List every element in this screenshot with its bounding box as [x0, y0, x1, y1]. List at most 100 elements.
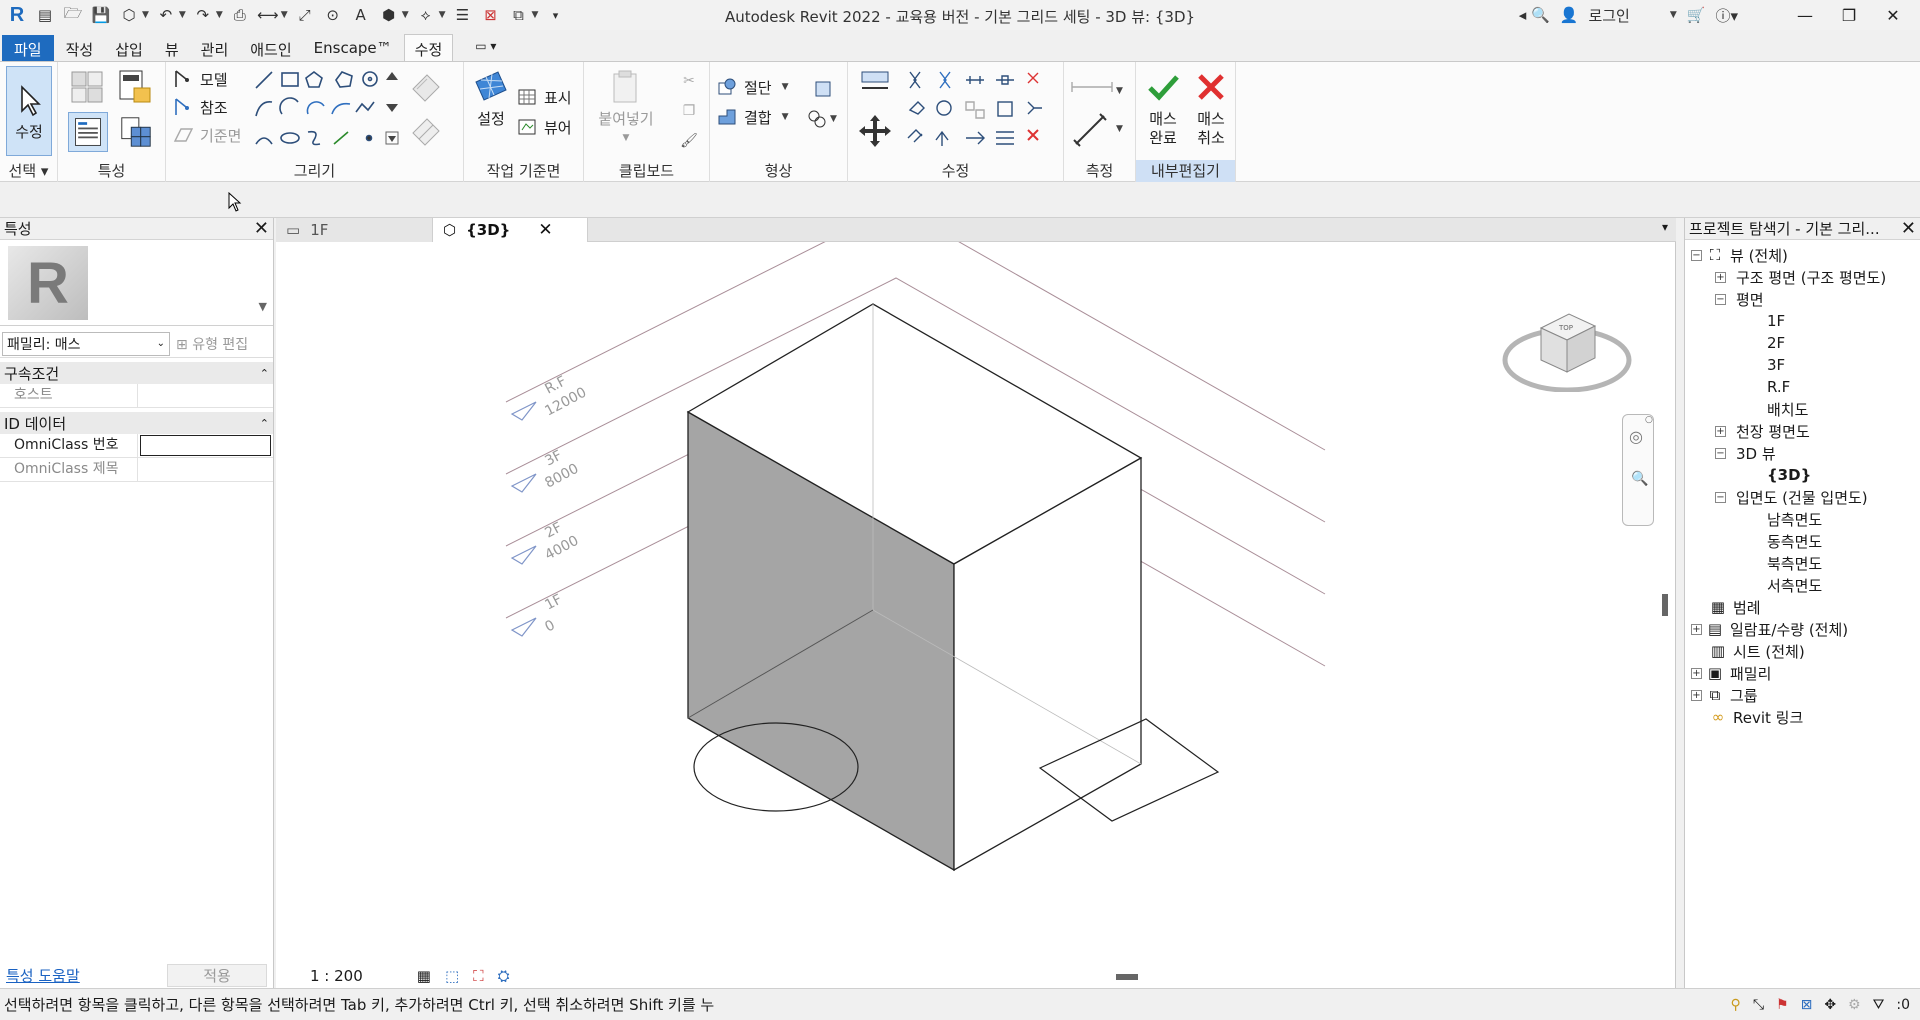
- cut-icon[interactable]: ✂: [678, 70, 700, 92]
- text-icon[interactable]: A: [350, 4, 372, 26]
- omniclass-number-field[interactable]: [140, 435, 271, 456]
- panel-select-label[interactable]: 선택 ▾: [0, 160, 57, 182]
- select-pinned-icon[interactable]: ⚑: [1776, 997, 1789, 1013]
- view-tab-3d[interactable]: ⬡ {3D} ✕: [432, 218, 588, 242]
- tree-leaf-3d[interactable]: {3D}: [1685, 464, 1920, 486]
- tree-leaf-site[interactable]: 배치도: [1685, 398, 1920, 420]
- tab-file[interactable]: 파일: [2, 35, 54, 61]
- tree-node-families[interactable]: + ▣ 패밀리: [1685, 662, 1920, 684]
- tab-insert[interactable]: 삽입: [105, 35, 153, 61]
- login-button[interactable]: 로그인: [1588, 5, 1629, 26]
- family-types-icon[interactable]: [68, 68, 106, 106]
- properties-close-button[interactable]: ✕: [254, 218, 269, 239]
- properties-palette-icon[interactable]: [68, 112, 108, 152]
- cart-icon[interactable]: 🛒: [1687, 6, 1706, 24]
- tree-node-revit-links[interactable]: ∞ Revit 링크: [1685, 706, 1920, 728]
- default-3d-view-icon[interactable]: ⬢: [378, 4, 400, 26]
- select-underlay-icon[interactable]: ⤡: [1753, 997, 1764, 1013]
- join-geometry-button[interactable]: 결합 ▼: [716, 106, 789, 128]
- restore-button[interactable]: ❐: [1832, 6, 1866, 25]
- ribbon-display-toggle[interactable]: ▭ ▾: [465, 35, 506, 61]
- work-plane-button[interactable]: 기준면: [172, 124, 241, 146]
- paste-button[interactable]: 붙여넣기 ▼: [596, 68, 656, 148]
- tree-node-ceiling-plans[interactable]: + 천장 평면도: [1685, 420, 1920, 442]
- minimize-button[interactable]: —: [1788, 6, 1822, 25]
- wall-joins-icon[interactable]: [812, 78, 834, 100]
- tab-manage[interactable]: 관리: [191, 35, 239, 61]
- drawing-area-3d[interactable]: R.F 12000 3F 8000 2F 4000 1F 0 TOP ◎ 🔍 ○…: [276, 242, 1676, 988]
- measure-between-icon[interactable]: [1070, 76, 1114, 98]
- set-work-plane-button[interactable]: 설정: [470, 68, 512, 129]
- apply-button[interactable]: 적용: [167, 963, 267, 987]
- home-icon[interactable]: ▤: [34, 4, 56, 26]
- paint-icon[interactable]: [406, 68, 446, 108]
- move-icon[interactable]: [856, 112, 894, 150]
- sync-icon[interactable]: ⬡: [118, 4, 140, 26]
- tree-leaf-south[interactable]: 남측면도: [1685, 508, 1920, 530]
- tree-leaf-north[interactable]: 북측면도: [1685, 552, 1920, 574]
- open-icon[interactable]: 🗁: [62, 4, 84, 26]
- help-icon[interactable]: ⓘ▾: [1715, 5, 1738, 26]
- user-icon[interactable]: 👤: [1560, 6, 1579, 24]
- split-face-tool-icon[interactable]: [806, 108, 828, 130]
- align-icon[interactable]: [856, 68, 894, 106]
- dimension-icon[interactable]: [1072, 112, 1110, 150]
- finish-mass-button[interactable]: 매스 완료: [1142, 68, 1184, 148]
- tree-node-elevations[interactable]: − 입면도 (건물 입면도): [1685, 486, 1920, 508]
- view-tabs-menu-icon[interactable]: ▾: [1662, 220, 1668, 234]
- tree-leaf-3f[interactable]: 3F: [1685, 354, 1920, 376]
- modify-button[interactable]: 수정: [6, 66, 52, 156]
- project-browser-close-button[interactable]: ✕: [1901, 218, 1916, 239]
- close-window-button[interactable]: ✕: [1876, 6, 1910, 25]
- show-work-plane-button[interactable]: 표시: [516, 86, 572, 108]
- view-tab-1f[interactable]: ▭ 1F: [276, 218, 432, 242]
- thin-lines-icon[interactable]: ☰: [452, 4, 474, 26]
- work-plane-viewer-button[interactable]: 뷰어: [516, 116, 572, 138]
- view-scale[interactable]: 1 : 200: [310, 967, 363, 985]
- properties-help-link[interactable]: 특성 도움말: [6, 965, 80, 986]
- 3d-model-canvas[interactable]: R.F 12000 3F 8000 2F 4000 1F 0: [276, 242, 1676, 962]
- background-process-icon[interactable]: ⚙: [1848, 997, 1861, 1013]
- tree-node-groups[interactable]: + ⧉ 그룹: [1685, 684, 1920, 706]
- copy-icon[interactable]: ❐: [678, 100, 700, 122]
- visual-style-icon[interactable]: ⬚: [445, 967, 459, 985]
- type-properties-icon[interactable]: [116, 112, 156, 152]
- match-type-icon[interactable]: 🖌: [678, 130, 700, 152]
- type-selector-dropdown-icon[interactable]: ▼: [259, 300, 267, 313]
- measure-icon[interactable]: ⟷: [257, 4, 279, 26]
- edit-type-button[interactable]: ⊞ 유형 편집: [176, 334, 248, 354]
- temporary-hide-icon[interactable]: ⛭: [498, 967, 510, 985]
- family-category-icon[interactable]: [116, 68, 154, 106]
- group-constraints[interactable]: 구속조건 ⌃: [0, 362, 273, 384]
- revit-logo-icon[interactable]: R: [6, 4, 28, 26]
- group-identity-data[interactable]: ID 데이터 ⌃: [0, 412, 273, 434]
- select-links-icon[interactable]: ⚲: [1731, 997, 1741, 1013]
- family-filter-dropdown[interactable]: 패밀리: 매스 ⌄: [2, 331, 170, 356]
- login-dropdown-icon[interactable]: ▼: [1670, 10, 1677, 20]
- cancel-mass-button[interactable]: 매스 취소: [1190, 68, 1232, 148]
- select-by-face-icon[interactable]: ⊠: [1801, 997, 1813, 1013]
- tree-leaf-2f[interactable]: 2F: [1685, 332, 1920, 354]
- split-face-icon[interactable]: [406, 112, 446, 152]
- search-icon[interactable]: ◂ 🔍: [1519, 6, 1550, 24]
- cut-geometry-button[interactable]: 절단 ▼: [716, 76, 789, 98]
- tree-node-structural-plans[interactable]: + 구조 평면 (구조 평면도): [1685, 266, 1920, 288]
- tree-leaf-west[interactable]: 서측면도: [1685, 574, 1920, 596]
- customize-qat-icon[interactable]: ▾: [544, 4, 566, 26]
- tree-leaf-1f[interactable]: 1F: [1685, 310, 1920, 332]
- detail-level-icon[interactable]: ▦: [417, 967, 431, 985]
- undo-icon[interactable]: ↶: [155, 4, 177, 26]
- model-line-button[interactable]: 모델: [172, 68, 228, 90]
- navbar-close-icon[interactable]: ○: [1645, 415, 1653, 425]
- type-selector[interactable]: R ▼: [0, 240, 273, 326]
- tree-node-schedules[interactable]: + ▤ 일람표/수량 (전체): [1685, 618, 1920, 640]
- zoom-icon[interactable]: 🔍: [1631, 471, 1648, 487]
- tag-icon[interactable]: ⊙: [322, 4, 344, 26]
- vertical-scroll-thumb[interactable]: [1662, 594, 1668, 616]
- tree-node-sheets[interactable]: ▥ 시트 (전체): [1685, 640, 1920, 662]
- tab-enscape[interactable]: Enscape™: [304, 35, 402, 61]
- tab-modify[interactable]: 수정: [403, 34, 454, 61]
- close-view-tab-button[interactable]: ✕: [538, 220, 552, 240]
- tree-node-3d-views[interactable]: −3D 뷰: [1685, 442, 1920, 464]
- tab-architecture[interactable]: 작성: [56, 35, 104, 61]
